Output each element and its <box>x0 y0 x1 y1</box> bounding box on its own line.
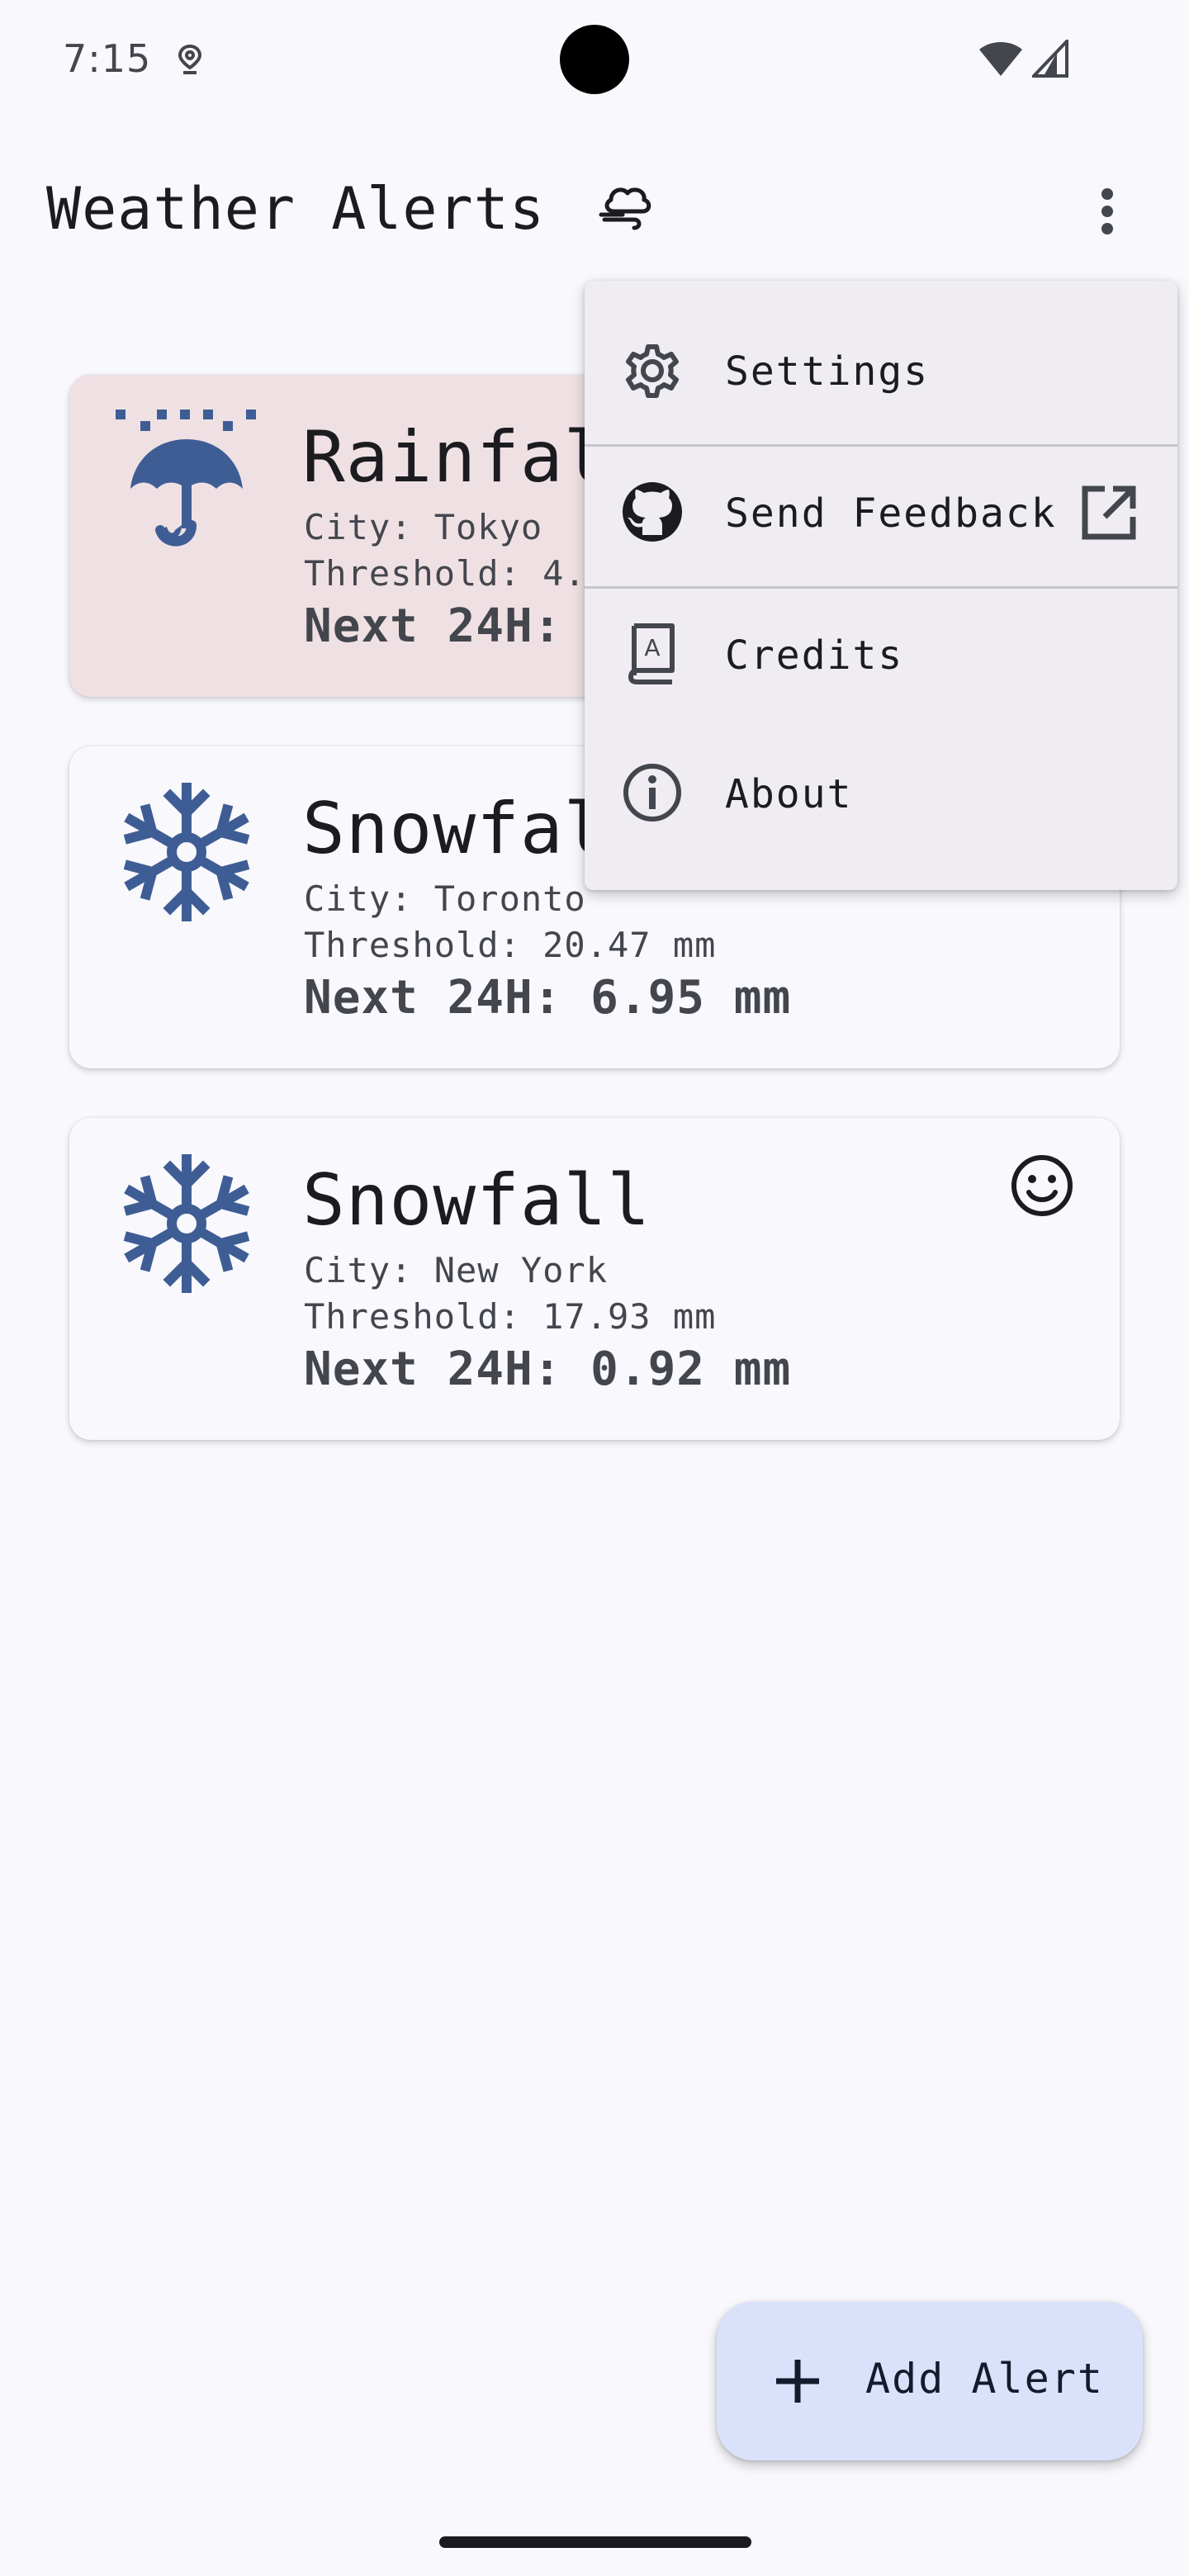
alert-type: Snowfall <box>302 1159 651 1242</box>
alert-next-24h: Next 24H: <box>304 599 562 653</box>
alert-city: City: New York <box>304 1250 609 1290</box>
status-bar: 7:15 <box>0 0 1189 116</box>
umbrella-rain-icon <box>116 410 256 547</box>
menu-item-about[interactable]: About <box>585 730 1177 870</box>
alert-threshold: Threshold: 17.93 mm <box>304 1296 717 1337</box>
add-alert-label: Add Alert <box>865 2355 1104 2403</box>
github-icon <box>623 482 682 542</box>
alert-threshold: Threshold: 4. <box>304 553 586 594</box>
add-alert-button[interactable]: Add Alert <box>717 2302 1143 2460</box>
wifi-icon <box>979 42 1022 76</box>
menu-item-send-feedback[interactable]: Send Feedback <box>585 447 1177 588</box>
menu-label-credits: Credits <box>725 632 904 679</box>
alert-city: City: Tokyo <box>304 507 543 547</box>
camera-cutout <box>560 25 629 94</box>
location-pin-icon <box>178 44 202 74</box>
status-time: 7:15 <box>63 36 152 81</box>
menu-label-settings: Settings <box>725 348 930 395</box>
signal-icon <box>1032 40 1068 78</box>
alert-city: City: Toronto <box>304 878 586 919</box>
alert-card-new-york[interactable]: Snowfall City: New York Threshold: 17.93… <box>69 1118 1120 1440</box>
menu-item-credits[interactable]: A Credits <box>585 590 1177 730</box>
more-vert-icon[interactable] <box>1082 178 1135 244</box>
menu-divider <box>585 586 1177 589</box>
menu-label-about: About <box>725 771 853 817</box>
alert-next-24h: Next 24H: 0.92 mm <box>304 1342 792 1396</box>
cloud-wind-icon <box>599 187 651 230</box>
smile-icon <box>1011 1155 1073 1216</box>
app-screen: 7:15 Weather Alerts Rainfall City: Tokyo… <box>0 0 1189 2576</box>
app-title: Weather Alerts <box>46 175 546 243</box>
menu-item-settings[interactable]: Settings <box>585 302 1177 443</box>
plus-icon <box>776 2360 819 2403</box>
snowflake-icon <box>123 783 250 921</box>
gear-icon <box>626 344 679 398</box>
open-external-icon <box>1082 485 1136 540</box>
svg-text:A: A <box>644 634 660 661</box>
menu-divider <box>585 444 1177 447</box>
gesture-nav-handle[interactable] <box>439 2536 751 2548</box>
alert-threshold: Threshold: 20.47 mm <box>304 925 717 965</box>
app-bar: Weather Alerts <box>0 157 1189 272</box>
menu-label-send-feedback: Send Feedback <box>725 490 1057 537</box>
snowflake-icon <box>123 1154 250 1293</box>
alert-next-24h: Next 24H: 6.95 mm <box>304 971 792 1025</box>
info-icon <box>623 764 681 822</box>
book-icon: A <box>628 623 675 684</box>
overflow-menu: Settings Send Feedback A Credits About <box>585 281 1177 890</box>
